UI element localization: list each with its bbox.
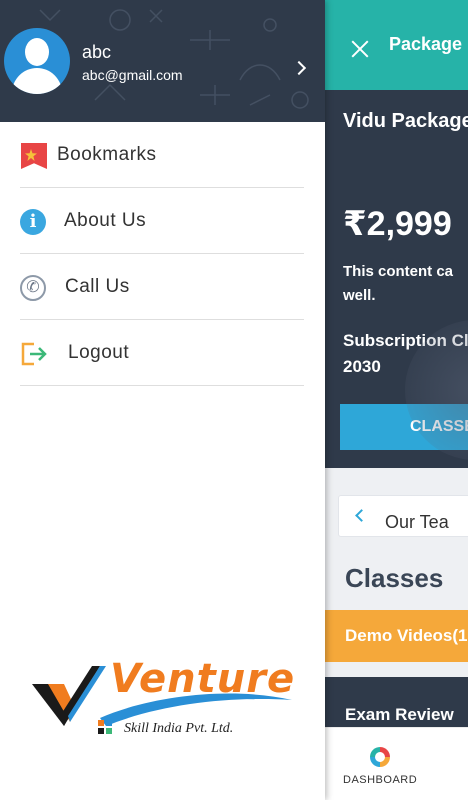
bottom-nav: DASHBOARD (325, 727, 468, 800)
user-email: abc@gmail.com (82, 67, 183, 83)
menu-item-about-us[interactable]: i About Us (20, 188, 304, 254)
logout-icon (21, 342, 47, 366)
classes-heading: Classes (345, 563, 444, 593)
menu-item-label: Call Us (65, 276, 130, 297)
top-bar-title: Package (389, 34, 463, 54)
package-hero: Vidu Package ₹2,999 This content ca well… (325, 90, 468, 468)
menu-item-label: Logout (68, 342, 130, 363)
drawer-header[interactable]: abc abc@gmail.com (0, 0, 325, 122)
our-teachers-card[interactable]: Our Tea (338, 495, 468, 537)
avatar-head (25, 38, 49, 66)
package-price: ₹2,999 (343, 205, 452, 243)
navigation-drawer: abc abc@gmail.com Bookmarks i About Us ✆… (0, 0, 325, 800)
logo-title: Venture (110, 656, 296, 702)
app-top-bar: Package (325, 0, 468, 90)
venture-logo: Venture Skill India Pvt. Ltd. (30, 656, 296, 742)
package-description: This content ca well. (343, 263, 454, 304)
phone-icon: ✆ (20, 275, 46, 301)
user-name: abc (82, 42, 112, 62)
package-name: Vidu Package (343, 110, 468, 132)
subscription-closing: Subscription Clo 2030 (343, 331, 468, 376)
drawer-menu: Bookmarks i About Us ✆ Call Us Logout (20, 122, 304, 386)
close-icon[interactable] (349, 38, 371, 60)
bookmark-icon (21, 143, 47, 169)
classes-button[interactable]: CLASSE (340, 404, 468, 450)
avatar (4, 28, 70, 94)
dashboard-label: DASHBOARD (343, 774, 418, 786)
menu-item-bookmarks[interactable]: Bookmarks (20, 122, 304, 188)
demo-videos-bar[interactable]: Demo Videos(1 (325, 610, 468, 662)
exam-review-bar[interactable]: Exam Review (325, 677, 468, 727)
info-icon: i (20, 209, 46, 235)
dashboard-icon (370, 747, 390, 767)
chevron-left-icon (355, 509, 368, 522)
avatar-body (12, 68, 62, 94)
menu-item-label: About Us (64, 210, 147, 231)
menu-item-call-us[interactable]: ✆ Call Us (20, 254, 304, 320)
menu-item-label: Bookmarks (57, 144, 157, 165)
menu-item-logout[interactable]: Logout (20, 320, 304, 386)
star-icon (25, 149, 37, 161)
logo-subtitle: Skill India Pvt. Ltd. (124, 721, 234, 736)
our-teachers-label: Our Tea (385, 512, 449, 532)
